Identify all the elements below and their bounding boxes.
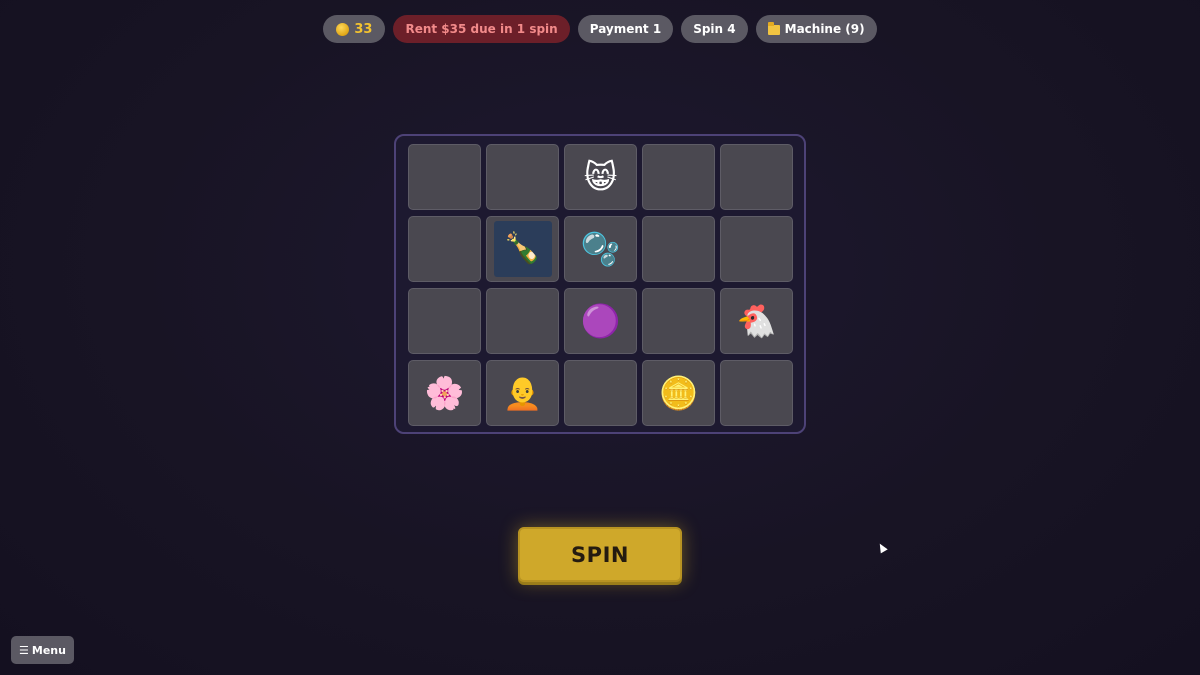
slot-cell-empty[interactable] [408,216,481,282]
game-screen: 33 Rent $35 due in 1 spin Payment 1 Spin… [0,0,1200,675]
spin-counter: Spin 4 [681,15,748,43]
rent-badge: Rent $35 due in 1 spin [393,15,570,43]
coin-count: 33 [354,21,373,37]
hamburger-icon: ☰ [19,643,29,657]
folder-icon [767,22,780,35]
slot-cell-empty[interactable] [486,144,559,210]
slot-cell-wine-bottle[interactable]: 🍾 [486,216,559,282]
slot-cell-coin[interactable]: 🪙 [642,360,715,426]
menu-label: Menu [31,643,66,657]
payment-badge: Payment 1 [577,15,674,43]
spin-button[interactable]: SPIN [518,527,682,582]
bubbles-symbol: 🫧 [580,230,621,268]
slot-cell-empty[interactable] [486,288,559,354]
coin-symbol: 🪙 [658,374,699,412]
bald-man-symbol: 🧑‍🦲 [502,374,543,412]
purple-bubbles-symbol: 🟣 [580,302,621,340]
mouse-cursor-icon [876,541,888,554]
coin-icon [336,22,350,36]
slot-cell-flower[interactable]: 🌸 [408,360,481,426]
flower-symbol: 🌸 [424,374,465,412]
slot-cell-cat[interactable]: 😸 [564,144,637,210]
slot-board: 😸 🍾 🫧 🟣 🐔 🌸 🧑‍🦲 🪙 [394,134,806,434]
status-bar: 33 Rent $35 due in 1 spin Payment 1 Spin… [0,15,1200,43]
slot-cell-empty[interactable] [408,288,481,354]
slot-cell-empty[interactable] [408,144,481,210]
slot-cell-bald-man[interactable]: 🧑‍🦲 [486,360,559,426]
chicken-symbol: 🐔 [736,302,777,340]
slot-cell-empty[interactable] [720,360,793,426]
machine-button[interactable]: Machine (9) [755,15,877,43]
slot-cell-purple-bubbles[interactable]: 🟣 [564,288,637,354]
slot-cell-empty[interactable] [720,216,793,282]
slot-cell-bubbles[interactable]: 🫧 [564,216,637,282]
slot-cell-empty[interactable] [564,360,637,426]
coin-counter: 33 [323,15,386,43]
machine-text: Machine (9) [784,22,865,36]
cat-symbol: 😸 [583,158,618,196]
slot-cell-empty[interactable] [642,144,715,210]
slot-cell-empty[interactable] [720,144,793,210]
menu-button[interactable]: ☰ Menu [11,636,74,664]
spin-text: Spin 4 [693,22,736,36]
slot-cell-empty[interactable] [642,216,715,282]
slot-cell-chicken[interactable]: 🐔 [720,288,793,354]
wine-bottle-symbol: 🍾 [493,221,552,277]
rent-text: Rent $35 due in 1 spin [405,22,558,36]
payment-text: Payment 1 [589,22,662,36]
slot-cell-empty[interactable] [642,288,715,354]
